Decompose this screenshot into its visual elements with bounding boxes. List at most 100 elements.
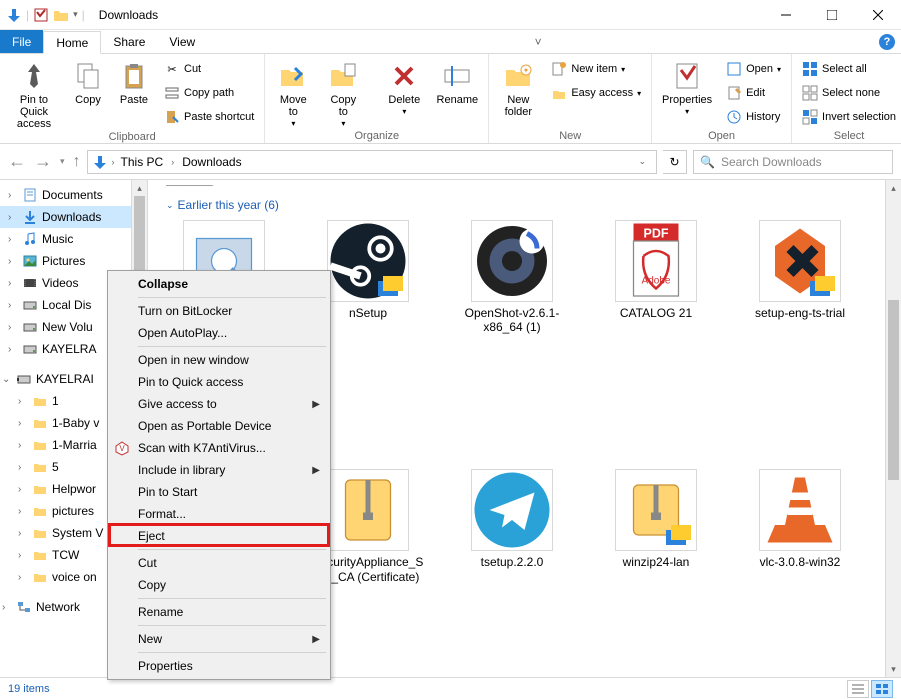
tab-file[interactable]: File — [0, 30, 43, 53]
paste-button[interactable]: Paste — [114, 56, 154, 106]
context-menu: Collapse Turn on BitLockerOpen AutoPlay..… — [107, 270, 331, 680]
forward-button[interactable]: → — [34, 151, 52, 172]
easy-access-button[interactable]: Easy access ▾ — [547, 82, 645, 104]
minimize-button[interactable] — [763, 0, 809, 30]
file-item[interactable]: vlc-3.0.8-win32 — [740, 469, 860, 584]
history-icon — [726, 109, 742, 125]
window-controls — [763, 0, 901, 30]
new-item-button[interactable]: New item ▾ — [547, 58, 645, 80]
svg-text:✦: ✦ — [523, 66, 530, 75]
context-menu-item-properties[interactable]: Properties — [110, 655, 328, 677]
move-to-button[interactable]: Move to▾ — [271, 56, 315, 129]
tab-home[interactable]: Home — [43, 31, 101, 54]
tree-item-pictures[interactable]: ›Pictures — [0, 250, 147, 272]
open-icon — [726, 61, 742, 77]
ribbon: Pin to Quick access Copy Paste ✂Cut Copy… — [0, 54, 901, 144]
context-menu-item-eject[interactable]: Eject — [110, 525, 328, 547]
move-to-icon — [277, 60, 309, 92]
context-menu-item-pin-to-quick-access[interactable]: Pin to Quick access — [110, 371, 328, 393]
location-icon — [92, 154, 108, 170]
paste-shortcut-button[interactable]: Paste shortcut — [160, 106, 258, 128]
file-thumbnail — [471, 220, 553, 302]
svg-text:PDF: PDF — [644, 226, 669, 240]
context-menu-item-collapse[interactable]: Collapse — [110, 273, 328, 295]
up-button[interactable]: ↑ — [73, 153, 81, 171]
context-menu-item-open-in-new-window[interactable]: Open in new window — [110, 349, 328, 371]
context-menu-item-new[interactable]: New▶ — [110, 628, 328, 650]
properties-icon[interactable] — [33, 7, 49, 23]
copy-button[interactable]: Copy — [68, 56, 108, 106]
invert-selection-button[interactable]: Invert selection — [798, 106, 900, 128]
context-menu-item-format-[interactable]: Format... — [110, 503, 328, 525]
view-details-button[interactable] — [847, 680, 869, 698]
collapse-ribbon-button[interactable]: ˅ — [524, 30, 552, 53]
group-header[interactable]: ⌄Earlier this year (6) — [148, 192, 901, 220]
new-folder-button[interactable]: ✦ New folder — [495, 56, 541, 118]
view-large-icons-button[interactable] — [871, 680, 893, 698]
rename-button[interactable]: Rename — [432, 56, 482, 106]
copy-path-button[interactable]: Copy path — [160, 82, 258, 104]
help-button[interactable]: ? — [873, 30, 901, 53]
search-placeholder: Search Downloads — [721, 155, 822, 169]
delete-button[interactable]: Delete▾ — [382, 56, 426, 117]
breadcrumb-downloads[interactable]: Downloads — [180, 155, 243, 169]
qat-separator2: | — [82, 8, 85, 22]
context-menu-item-open-as-portable-device[interactable]: Open as Portable Device — [110, 415, 328, 437]
ribbon-label-organize: Organize — [271, 129, 482, 143]
file-item[interactable]: OpenShot-v2.6.1-x86_64 (1) — [452, 220, 572, 335]
tab-share[interactable]: Share — [101, 30, 157, 53]
file-item[interactable]: setup-eng-ts-trial — [740, 220, 860, 335]
context-menu-item-rename[interactable]: Rename — [110, 601, 328, 623]
context-menu-item-pin-to-start[interactable]: Pin to Start — [110, 481, 328, 503]
file-item[interactable]: PDF Adobe CATALOG 21 — [596, 220, 716, 335]
properties-button[interactable]: Properties▾ — [658, 56, 716, 117]
pin-to-quick-access-button[interactable]: Pin to Quick access — [6, 56, 62, 130]
file-name: CATALOG 21 — [620, 306, 692, 320]
scissors-icon: ✂ — [164, 61, 180, 77]
breadcrumb-this-pc[interactable]: This PC› — [119, 155, 177, 169]
copy-to-button[interactable]: Copy to▾ — [321, 56, 365, 129]
context-menu-item-include-in-library[interactable]: Include in library▶ — [110, 459, 328, 481]
refresh-button[interactable]: ↻ — [663, 150, 687, 174]
address-bar[interactable]: › This PC› Downloads ⌄ — [87, 150, 657, 174]
ribbon-tabs: File Home Share View ˅ ? — [0, 30, 901, 54]
select-all-button[interactable]: Select all — [798, 58, 900, 80]
context-menu-item-scan-with-k-antivirus-[interactable]: VScan with K7AntiVirus... — [110, 437, 328, 459]
history-button[interactable]: History — [722, 106, 785, 128]
file-item[interactable]: tsetup.2.2.0 — [452, 469, 572, 584]
crumb-sep0[interactable]: › — [112, 157, 115, 167]
address-dropdown[interactable]: ⌄ — [632, 156, 652, 167]
open-button[interactable]: Open ▾ — [722, 58, 785, 80]
tree-item-music[interactable]: ›Music — [0, 228, 147, 250]
edit-button[interactable]: Edit — [722, 82, 785, 104]
recent-dropdown[interactable]: ▾ — [60, 156, 65, 167]
cut-button[interactable]: ✂Cut — [160, 58, 258, 80]
quick-access-toolbar: | ▾ | — [0, 7, 91, 23]
back-button[interactable]: ← — [8, 151, 26, 172]
tab-view[interactable]: View — [157, 30, 207, 53]
fileview-scrollbar[interactable]: ▴ ▾ — [885, 180, 901, 677]
context-menu-item-cut[interactable]: Cut — [110, 552, 328, 574]
file-item[interactable]: winzip24-lan — [596, 469, 716, 584]
context-menu-item-turn-on-bitlocker[interactable]: Turn on BitLocker — [110, 300, 328, 322]
context-menu-item-open-autoplay-[interactable]: Open AutoPlay... — [110, 322, 328, 344]
tree-item-downloads[interactable]: ›Downloads — [0, 206, 147, 228]
context-menu-item-copy[interactable]: Copy — [110, 574, 328, 596]
tree-item-documents[interactable]: ›Documents — [0, 184, 147, 206]
title-bar: | ▾ | Downloads — [0, 0, 901, 30]
address-bar-row: ← → ▾ ↑ › This PC› Downloads ⌄ ↻ 🔍 Searc… — [0, 144, 901, 180]
new-item-icon — [551, 61, 567, 77]
file-thumbnail — [615, 469, 697, 551]
context-menu-item-give-access-to[interactable]: Give access to▶ — [110, 393, 328, 415]
file-thumbnail — [327, 220, 409, 302]
easy-access-icon — [551, 85, 567, 101]
qat-dropdown-icon[interactable]: ▾ — [73, 9, 78, 20]
close-button[interactable] — [855, 0, 901, 30]
svg-text:Adobe: Adobe — [642, 276, 671, 287]
maximize-button[interactable] — [809, 0, 855, 30]
ribbon-label-select: Select — [798, 129, 900, 143]
ribbon-group-select: Select all Select none Invert selection … — [792, 54, 901, 143]
file-thumbnail — [327, 469, 409, 551]
select-none-button[interactable]: Select none — [798, 82, 900, 104]
search-box[interactable]: 🔍 Search Downloads — [693, 150, 893, 174]
